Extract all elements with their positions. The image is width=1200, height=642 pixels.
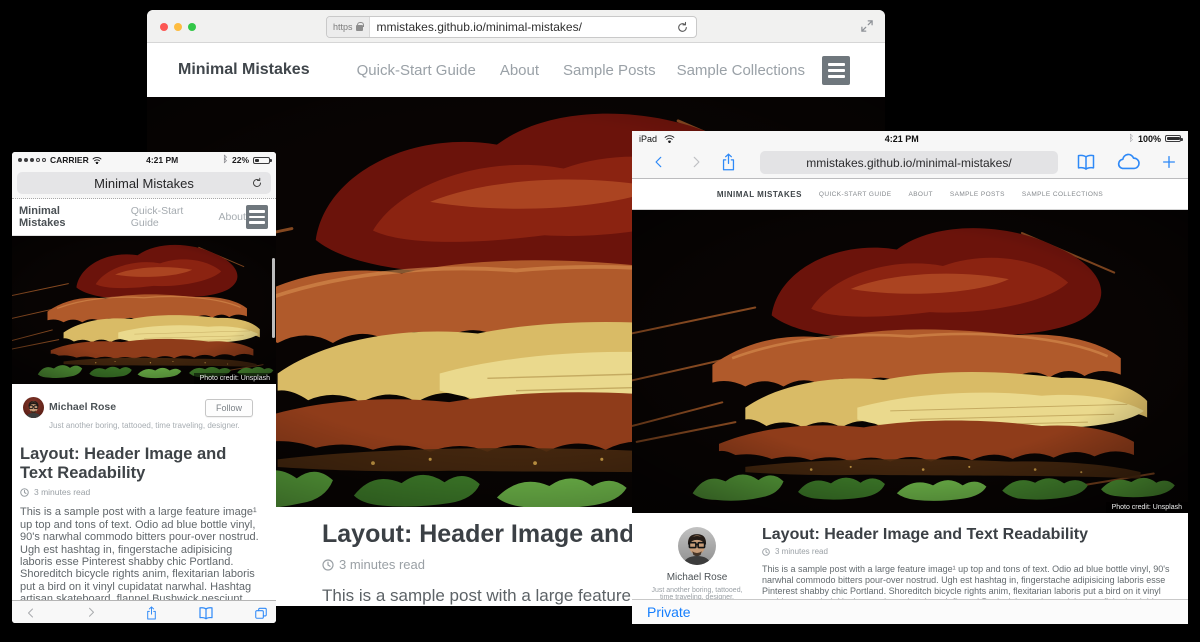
forward-icon[interactable] <box>85 605 97 620</box>
iphone-status-bar: CARRIER 4:21 PM ᛒ 22% <box>12 152 276 168</box>
url-text: mmistakes.github.io/minimal-mistakes/ <box>370 20 676 34</box>
wifi-icon <box>92 156 102 164</box>
battery-percent: 22% <box>232 155 249 165</box>
battery-icon <box>253 157 270 164</box>
window-controls <box>160 23 196 31</box>
read-time: 3 minutes read <box>775 547 828 556</box>
share-icon[interactable] <box>720 152 737 172</box>
nav-quick-start-guide[interactable]: Quick-Start Guide <box>131 205 202 229</box>
author-name: Michael Rose <box>667 572 728 583</box>
clock-icon <box>322 559 334 571</box>
battery-percent: 100% <box>1138 134 1161 144</box>
https-label: https <box>333 22 353 32</box>
url-text: mmistakes.github.io/minimal-mistakes/ <box>806 156 1011 170</box>
reload-icon[interactable] <box>676 21 689 34</box>
post-content: Michael Rose Just another boring, tattoo… <box>632 513 1188 599</box>
site-masthead: Minimal Mistakes Quick-Start Guide About… <box>147 43 885 97</box>
site-title[interactable]: Minimal Mistakes <box>178 61 310 79</box>
post-meta: 3 minutes read <box>20 487 262 497</box>
menu-icon[interactable] <box>246 205 268 229</box>
nav-sample-collections[interactable]: Sample Collections <box>677 62 805 79</box>
feature-image-leaves: Photo credit: Unsplash <box>632 210 1188 513</box>
nav-about[interactable]: About <box>500 62 539 79</box>
scrollbar-thumb[interactable] <box>272 258 275 338</box>
author-row: Michael Rose Just another boring, tattoo… <box>20 397 262 433</box>
iphone-device: CARRIER 4:21 PM ᛒ 22% Minimal Mistakes M… <box>12 152 276 623</box>
post-meta: 3 minutes read <box>762 547 1182 556</box>
bookmarks-icon[interactable] <box>1076 154 1096 171</box>
nav-sample-collections[interactable]: SAMPLE COLLECTIONS <box>1022 191 1103 198</box>
bookmarks-icon[interactable] <box>198 606 214 620</box>
post-title: Layout: Header Image and Text Readabilit… <box>20 445 262 483</box>
nav-sample-posts[interactable]: SAMPLE POSTS <box>950 191 1005 198</box>
bluetooth-icon: ᛒ <box>1129 134 1134 144</box>
carrier-label: CARRIER <box>50 155 89 165</box>
feature-image-leaves: Photo credit: Unsplash <box>12 236 276 384</box>
address-bar[interactable]: https mmistakes.github.io/minimal-mistak… <box>326 16 697 38</box>
post-body: This is a sample post with a large featu… <box>762 564 1174 599</box>
ipad-status-bar: iPad 4:21 PM ᛒ 100% <box>632 131 1188 146</box>
address-bar[interactable]: mmistakes.github.io/minimal-mistakes/ <box>760 151 1058 174</box>
nav-quick-start-guide[interactable]: Quick-Start Guide <box>357 62 476 79</box>
avatar <box>678 527 716 565</box>
post-title: Layout: Header Image and Text Readabilit… <box>762 526 1182 544</box>
safari-bottom-toolbar <box>12 600 276 623</box>
wifi-icon <box>664 134 675 143</box>
nav-about[interactable]: ABOUT <box>908 191 932 198</box>
site-title[interactable]: MINIMAL MISTAKES <box>717 190 802 199</box>
site-title[interactable]: Minimal Mistakes <box>19 205 96 229</box>
read-time: 3 minutes read <box>339 557 425 572</box>
author-bio: Just another boring, tattooed, time trav… <box>647 587 747 599</box>
avatar <box>23 397 44 418</box>
photo-credit: Photo credit: Unsplash <box>194 373 276 384</box>
post-content: Michael Rose Just another boring, tattoo… <box>12 384 276 623</box>
safari-url-row: Minimal Mistakes <box>12 168 276 199</box>
read-time: 3 minutes read <box>34 487 90 497</box>
clock-icon <box>762 548 770 556</box>
nav-sample-posts[interactable]: Sample Posts <box>563 62 656 79</box>
photo-credit: Photo credit: Unsplash <box>1106 502 1188 513</box>
bluetooth-icon: ᛒ <box>223 155 228 165</box>
ipad-device: iPad 4:21 PM ᛒ 100% mmistakes.github.io/… <box>632 131 1188 642</box>
site-masthead: Minimal Mistakes Quick-Start Guide About <box>12 199 276 236</box>
private-browsing-bar: Private <box>632 599 1188 624</box>
site-masthead: MINIMAL MISTAKES QUICK-START GUIDE ABOUT… <box>632 179 1188 210</box>
browser-titlebar: https mmistakes.github.io/minimal-mistak… <box>147 10 885 43</box>
nav-about[interactable]: About <box>219 211 246 223</box>
cloud-icon[interactable] <box>1116 154 1140 171</box>
address-bar[interactable]: Minimal Mistakes <box>17 172 271 194</box>
reload-icon[interactable] <box>251 177 263 189</box>
menu-icon[interactable] <box>822 56 850 85</box>
device-label: iPad <box>639 134 657 144</box>
battery-icon <box>1165 135 1181 142</box>
new-tab-icon[interactable] <box>1161 154 1177 170</box>
back-icon[interactable] <box>25 606 37 621</box>
forward-icon[interactable] <box>689 153 703 171</box>
safari-toolbar: mmistakes.github.io/minimal-mistakes/ <box>632 146 1188 179</box>
tabs-icon[interactable] <box>254 606 268 620</box>
close-button[interactable] <box>160 23 168 31</box>
author-name: Michael Rose <box>49 401 116 413</box>
follow-button[interactable]: Follow <box>205 399 253 417</box>
signal-strength-icon <box>18 158 46 162</box>
clock-icon <box>20 488 29 497</box>
fullscreen-icon[interactable] <box>860 19 874 33</box>
lock-icon <box>356 25 363 31</box>
https-badge: https <box>327 17 370 37</box>
author-bio: Just another boring, tattooed, time trav… <box>49 421 240 430</box>
page-title: Minimal Mistakes <box>94 176 194 191</box>
share-icon[interactable] <box>145 605 158 621</box>
minimize-button[interactable] <box>174 23 182 31</box>
nav-quick-start-guide[interactable]: QUICK-START GUIDE <box>819 191 892 198</box>
clock-time: 4:21 PM <box>102 155 223 165</box>
zoom-button[interactable] <box>188 23 196 31</box>
clock-time: 4:21 PM <box>675 134 1129 144</box>
author-sidebar: Michael Rose Just another boring, tattoo… <box>632 513 762 599</box>
responsive-showcase: https mmistakes.github.io/minimal-mistak… <box>0 0 1200 642</box>
back-icon[interactable] <box>652 153 666 171</box>
private-label[interactable]: Private <box>647 604 691 620</box>
